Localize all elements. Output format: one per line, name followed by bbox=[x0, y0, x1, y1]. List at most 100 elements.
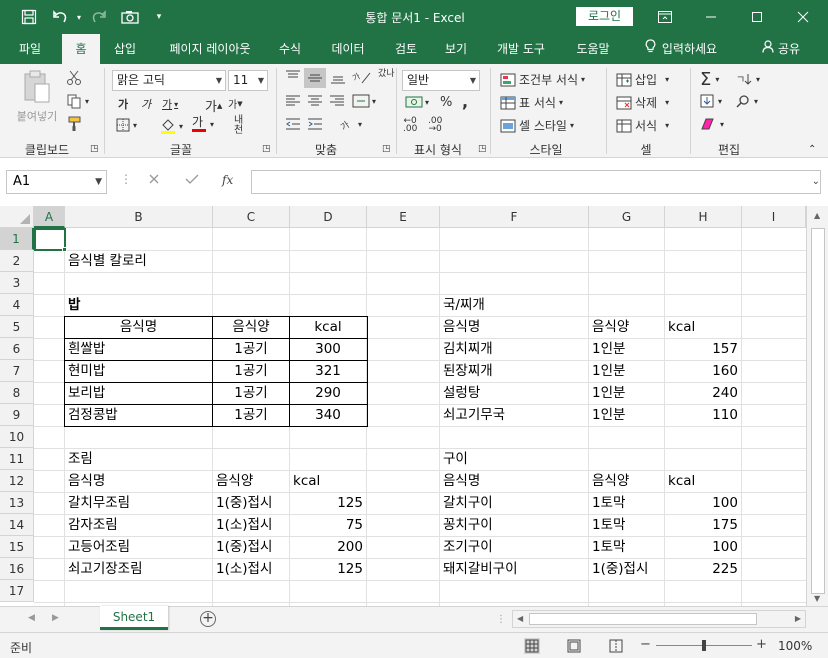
soup-header-name[interactable]: 음식명 bbox=[440, 316, 483, 338]
row-header[interactable]: 15 bbox=[0, 536, 34, 558]
rice-header-amount[interactable]: 음식양 bbox=[213, 316, 289, 338]
rice-kcal[interactable]: 321 bbox=[290, 360, 366, 382]
row-header[interactable]: 9 bbox=[0, 404, 34, 426]
tab-home[interactable]: 홈 bbox=[62, 34, 100, 64]
grilled-amount[interactable]: 1토막 bbox=[589, 536, 628, 558]
decrease-indent-icon[interactable] bbox=[285, 117, 301, 131]
page-layout-view-icon[interactable] bbox=[566, 638, 582, 657]
braised-name[interactable]: 감자조림 bbox=[65, 514, 121, 536]
braised-kcal[interactable]: 200 bbox=[290, 536, 366, 558]
font-color-dropdown-icon[interactable]: ▾ bbox=[210, 120, 214, 129]
format-cells-button[interactable]: 서식 ▾ bbox=[616, 117, 669, 134]
decrease-font-icon[interactable]: 가 ▼ bbox=[228, 96, 243, 112]
cancel-icon[interactable] bbox=[148, 173, 160, 188]
accounting-format-icon[interactable]: ▾ bbox=[405, 95, 429, 109]
column-header-h[interactable]: H bbox=[665, 206, 742, 228]
vertical-scrollbar[interactable]: ▲ ▼ bbox=[806, 206, 828, 606]
percent-style-icon[interactable]: % bbox=[440, 95, 452, 110]
row-header[interactable]: 8 bbox=[0, 382, 34, 404]
scroll-up-icon[interactable]: ▲ bbox=[814, 211, 820, 220]
align-bottom-icon[interactable] bbox=[330, 70, 346, 84]
rice-amount[interactable]: 1공기 bbox=[213, 360, 289, 382]
insert-function-icon[interactable]: fx bbox=[222, 173, 233, 187]
bold-button[interactable]: 가 bbox=[118, 96, 128, 112]
zoom-slider-thumb[interactable] bbox=[702, 640, 706, 651]
camera-icon[interactable] bbox=[119, 6, 141, 28]
align-left-icon[interactable] bbox=[285, 94, 301, 108]
clear-icon[interactable]: ▾ bbox=[700, 117, 724, 131]
tab-review[interactable]: 검토 bbox=[386, 34, 426, 64]
rice-name[interactable]: 보리밥 bbox=[65, 382, 108, 404]
increase-decimal-icon[interactable]: ←0.00 bbox=[403, 117, 417, 134]
soup-name[interactable]: 된장찌개 bbox=[440, 360, 496, 382]
soup-name[interactable]: 쇠고기무국 bbox=[440, 404, 508, 426]
cut-icon[interactable] bbox=[66, 70, 82, 86]
rice-amount[interactable]: 1공기 bbox=[213, 382, 289, 404]
zoom-in-icon[interactable]: + bbox=[756, 637, 767, 652]
rice-header-name[interactable]: 음식명 bbox=[65, 316, 212, 338]
soup-name[interactable]: 설렁탕 bbox=[440, 382, 483, 404]
paste-button[interactable]: 붙여넣기 bbox=[14, 70, 60, 138]
save-icon[interactable] bbox=[18, 6, 40, 28]
merge-center-icon[interactable]: ▾ bbox=[352, 94, 376, 108]
sheet-tab-sheet1[interactable]: Sheet1 bbox=[100, 606, 168, 630]
align-right-icon[interactable] bbox=[329, 94, 345, 108]
row-header[interactable]: 3 bbox=[0, 272, 34, 294]
insert-cells-button[interactable]: 삽입 ▾ bbox=[616, 71, 669, 88]
minimize-icon[interactable] bbox=[688, 0, 734, 34]
row-header[interactable]: 13 bbox=[0, 492, 34, 514]
font-name-select[interactable]: 맑은 고딕 ▼ bbox=[112, 70, 226, 91]
tab-data[interactable]: 데이터 bbox=[320, 34, 376, 64]
tab-developer[interactable]: 개발 도구 bbox=[488, 34, 554, 64]
align-center-icon[interactable] bbox=[307, 94, 323, 108]
horizontal-scroll-thumb[interactable] bbox=[529, 613, 757, 625]
row-header[interactable]: 2 bbox=[0, 250, 34, 272]
soup-kcal[interactable]: 160 bbox=[665, 360, 741, 382]
soup-kcal[interactable]: 240 bbox=[665, 382, 741, 404]
tab-page-layout[interactable]: 페이지 레이아웃 bbox=[158, 34, 262, 64]
tab-file[interactable]: 파일 bbox=[8, 34, 52, 64]
align-top-icon[interactable] bbox=[285, 70, 301, 84]
grilled-name[interactable]: 꽁치구이 bbox=[440, 514, 496, 536]
sheet-title[interactable]: 음식별 칼로리 bbox=[65, 250, 150, 272]
login-button[interactable]: 로그인 bbox=[576, 7, 633, 26]
grilled-heading[interactable]: 구이 bbox=[440, 448, 471, 470]
grilled-header-kcal[interactable]: kcal bbox=[665, 470, 698, 492]
grilled-name[interactable]: 조기구이 bbox=[440, 536, 496, 558]
text-direction-icon[interactable]: 가 ▾ bbox=[338, 116, 362, 132]
soup-header-amount[interactable]: 음식양 bbox=[589, 316, 632, 338]
expand-formula-icon[interactable]: ⌄ bbox=[812, 176, 820, 187]
next-sheet-icon[interactable]: ▶ bbox=[52, 613, 59, 623]
rice-name[interactable]: 현미밥 bbox=[65, 360, 108, 382]
row-header[interactable]: 16 bbox=[0, 558, 34, 580]
rice-kcal[interactable]: 300 bbox=[290, 338, 366, 360]
increase-font-icon[interactable]: 가 ▲ bbox=[205, 96, 222, 115]
autosum-icon[interactable]: Σ ▾ bbox=[700, 69, 719, 90]
braised-amount[interactable]: 1(중)접시 bbox=[213, 492, 275, 514]
copy-icon[interactable]: ▾ bbox=[66, 93, 89, 109]
column-header-a[interactable]: A bbox=[34, 206, 65, 228]
zoom-level[interactable]: 100% bbox=[778, 639, 812, 653]
braised-name[interactable]: 갈치무조림 bbox=[65, 492, 133, 514]
grilled-kcal[interactable]: 175 bbox=[665, 514, 741, 536]
braised-amount[interactable]: 1(소)접시 bbox=[213, 514, 275, 536]
grilled-amount[interactable]: 1토막 bbox=[589, 514, 628, 536]
braised-amount[interactable]: 1(중)접시 bbox=[213, 536, 275, 558]
tab-help[interactable]: 도움말 bbox=[566, 34, 620, 64]
soup-amount[interactable]: 1인분 bbox=[589, 360, 628, 382]
orientation-icon[interactable]: 가 bbox=[352, 69, 374, 85]
rice-name[interactable]: 검정콩밥 bbox=[65, 404, 121, 426]
redo-icon[interactable] bbox=[87, 6, 109, 28]
soup-kcal[interactable]: 110 bbox=[665, 404, 741, 426]
number-launcher-icon[interactable]: ◳ bbox=[478, 144, 487, 154]
grilled-name[interactable]: 돼지갈비구이 bbox=[440, 558, 521, 580]
row-header[interactable]: 7 bbox=[0, 360, 34, 382]
braised-header-name[interactable]: 음식명 bbox=[65, 470, 108, 492]
column-header-b[interactable]: B bbox=[65, 206, 213, 228]
name-box[interactable]: A1 ▼ bbox=[6, 170, 107, 194]
page-break-view-icon[interactable] bbox=[608, 638, 624, 657]
braised-header-kcal[interactable]: kcal bbox=[290, 470, 323, 492]
add-sheet-icon[interactable]: + bbox=[200, 611, 216, 627]
collapse-ribbon-icon[interactable]: ⌃ bbox=[808, 144, 816, 155]
borders-icon[interactable]: ▾ bbox=[116, 118, 137, 132]
